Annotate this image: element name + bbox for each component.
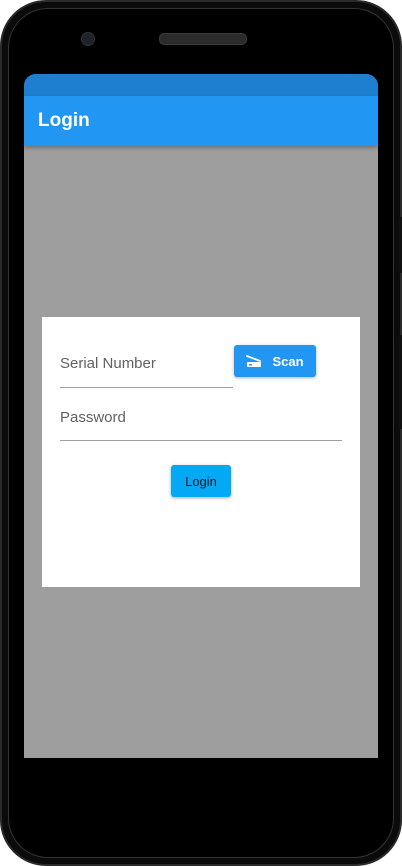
login-button-label: Login xyxy=(185,473,217,489)
scan-button-label: Scan xyxy=(272,353,304,369)
page-title: Login xyxy=(38,110,90,131)
scan-button[interactable]: Scan xyxy=(234,345,316,377)
serial-number-input[interactable] xyxy=(60,352,233,374)
phone-frame: Login Scan Login xyxy=(0,0,402,866)
serial-number-field[interactable] xyxy=(60,345,233,388)
password-input[interactable] xyxy=(60,406,342,428)
earpiece-speaker xyxy=(159,33,247,45)
app-screen: Login Scan Login xyxy=(24,74,378,758)
app-bar: Login xyxy=(24,96,378,146)
login-button[interactable]: Login xyxy=(171,465,231,497)
password-field[interactable] xyxy=(60,399,342,441)
scanner-icon xyxy=(246,354,262,368)
status-bar xyxy=(24,74,378,96)
login-card: Scan Login xyxy=(42,317,360,587)
front-camera xyxy=(81,32,95,46)
